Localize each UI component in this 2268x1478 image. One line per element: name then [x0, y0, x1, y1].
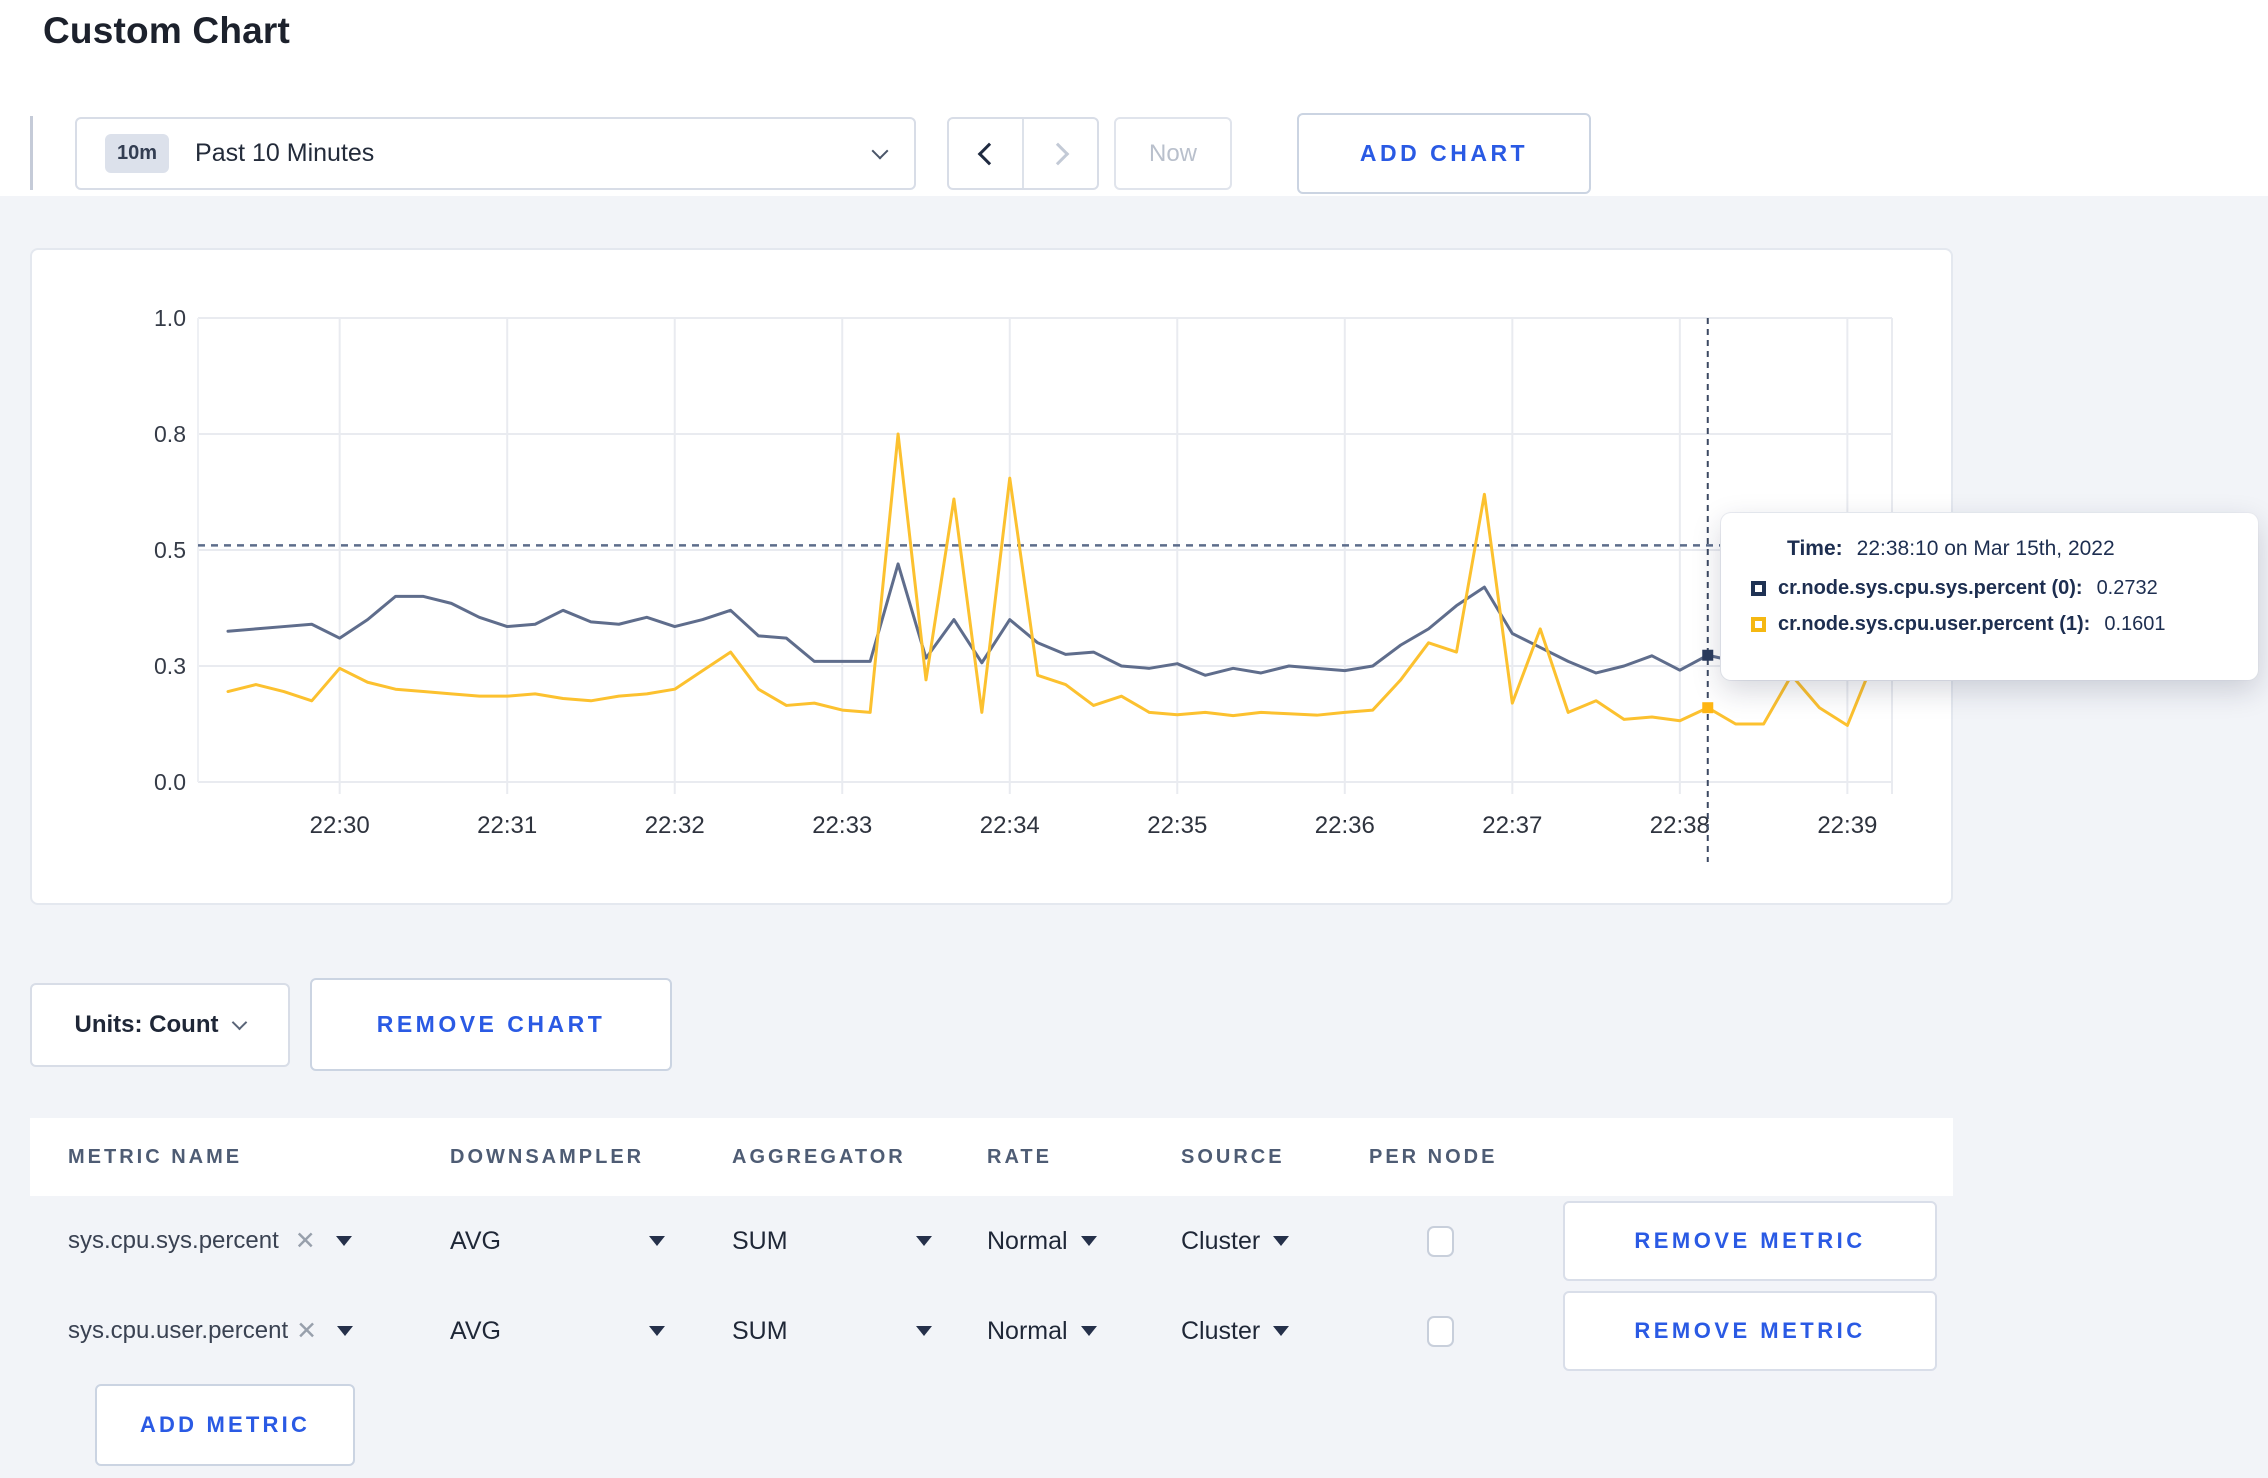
source-select[interactable]: Cluster — [1181, 1316, 1290, 1346]
tooltip-time-value: 22:38:10 on Mar 15th, 2022 — [1856, 537, 2115, 560]
metric-name-select[interactable]: sys.cpu.sys.percent ✕ — [68, 1226, 450, 1256]
tooltip-series-name: cr.node.sys.cpu.user.percent (1): — [1778, 613, 2091, 635]
remove-chart-button[interactable]: REMOVE CHART — [310, 978, 672, 1071]
col-header-aggregator: AGGREGATOR — [732, 1145, 906, 1168]
svg-text:0.0: 0.0 — [154, 769, 186, 795]
metric-name-value: sys.cpu.sys.percent — [68, 1227, 279, 1254]
time-pager — [947, 117, 1099, 190]
svg-text:22:39: 22:39 — [1817, 812, 1877, 839]
aggregator-value: SUM — [732, 1316, 788, 1345]
svg-text:22:34: 22:34 — [980, 812, 1040, 839]
downsampler-select[interactable]: AVG — [450, 1317, 665, 1346]
add-chart-button[interactable]: ADD CHART — [1297, 113, 1591, 194]
aggregator-select[interactable]: SUM — [732, 1227, 932, 1256]
col-header-per-node: PER NODE — [1369, 1145, 1498, 1168]
svg-text:0.3: 0.3 — [154, 653, 186, 679]
chevron-right-icon — [1046, 142, 1069, 165]
col-header-metric-name: METRIC NAME — [68, 1145, 243, 1168]
prev-time-button[interactable] — [949, 119, 1024, 188]
now-button[interactable]: Now — [1114, 117, 1232, 190]
source-value: Cluster — [1181, 1316, 1261, 1345]
caret-down-icon — [1273, 1326, 1290, 1336]
chevron-down-icon — [871, 142, 889, 159]
time-range-badge: 10m — [105, 134, 170, 173]
tooltip-series-value: 0.2732 — [2096, 577, 2158, 599]
rate-select[interactable]: Normal — [987, 1227, 1097, 1256]
next-time-button[interactable] — [1024, 119, 1097, 188]
source-value: Cluster — [1181, 1226, 1261, 1255]
remove-metric-button[interactable]: REMOVE METRIC — [1563, 1291, 1937, 1371]
tooltip-series-value: 0.1601 — [2104, 613, 2166, 635]
caret-down-icon — [335, 1236, 352, 1246]
rate-select[interactable]: Normal — [987, 1317, 1097, 1346]
rate-value: Normal — [987, 1226, 1068, 1255]
table-row: sys.cpu.sys.percent ✕ AVG SUM Normal Clu… — [30, 1196, 1953, 1286]
chart-card: 0.0 0.3 0.5 0.8 1.0 22:30 22:31 22:32 22:33 22:34… — [30, 248, 1953, 905]
downsampler-select[interactable]: AVG — [450, 1227, 665, 1256]
caret-down-icon — [1080, 1326, 1097, 1336]
remove-metric-button[interactable]: REMOVE METRIC — [1563, 1201, 1937, 1281]
tooltip-series-name: cr.node.sys.cpu.sys.percent (0): — [1778, 577, 2083, 599]
metrics-table-header: METRIC NAME DOWNSAMPLER AGGREGATOR RATE … — [30, 1118, 1953, 1196]
svg-text:22:36: 22:36 — [1315, 812, 1375, 839]
downsampler-value: AVG — [450, 1226, 501, 1255]
tooltip-series-row: cr.node.sys.cpu.sys.percent (0): 0.2732 — [1751, 577, 2230, 600]
svg-text:0.8: 0.8 — [154, 421, 186, 447]
svg-text:22:35: 22:35 — [1147, 812, 1207, 839]
svg-text:22:38: 22:38 — [1650, 812, 1710, 839]
time-range-select[interactable]: 10m Past 10 Minutes — [75, 117, 916, 190]
aggregator-select[interactable]: SUM — [732, 1317, 932, 1346]
metric-name-value: sys.cpu.user.percent — [68, 1317, 289, 1344]
svg-text:1.0: 1.0 — [154, 305, 186, 331]
chevron-left-icon — [977, 142, 1000, 165]
tooltip-time: Time: 22:38:10 on Mar 15th, 2022 — [1787, 537, 2230, 561]
table-row: sys.cpu.user.percent ✕ AVG SUM Normal Cl… — [30, 1286, 1953, 1376]
clear-metric-icon[interactable]: ✕ — [295, 1226, 316, 1256]
source-select[interactable]: Cluster — [1181, 1226, 1290, 1256]
chart-tooltip: Time: 22:38:10 on Mar 15th, 2022 cr.node.… — [1721, 513, 2258, 680]
caret-down-icon — [916, 1236, 932, 1246]
downsampler-value: AVG — [450, 1316, 501, 1345]
caret-down-icon — [1273, 1236, 1290, 1246]
units-select[interactable]: Units: Count — [30, 983, 290, 1067]
toolbar-accent-bar — [30, 116, 33, 190]
add-metric-button[interactable]: ADD METRIC — [95, 1384, 355, 1466]
aggregator-value: SUM — [732, 1226, 788, 1255]
caret-down-icon — [337, 1326, 354, 1336]
caret-down-icon — [1080, 1236, 1097, 1246]
svg-text:22:30: 22:30 — [310, 812, 370, 839]
caret-down-icon — [649, 1236, 665, 1246]
col-header-rate: RATE — [987, 1145, 1052, 1168]
svg-text:22:32: 22:32 — [645, 812, 705, 839]
tooltip-series-row: cr.node.sys.cpu.user.percent (1): 0.1601 — [1751, 613, 2230, 636]
col-header-source: SOURCE — [1181, 1145, 1285, 1168]
svg-text:22:31: 22:31 — [477, 812, 537, 839]
caret-down-icon — [649, 1326, 665, 1336]
clear-metric-icon[interactable]: ✕ — [296, 1316, 317, 1346]
svg-text:22:37: 22:37 — [1482, 812, 1542, 839]
tooltip-time-label: Time: — [1787, 537, 1843, 560]
per-node-checkbox[interactable] — [1427, 1225, 1454, 1257]
time-range-label: Past 10 Minutes — [195, 139, 375, 167]
svg-text:22:33: 22:33 — [812, 812, 872, 839]
metric-name-select[interactable]: sys.cpu.user.percent ✕ — [68, 1316, 450, 1346]
col-header-downsampler: DOWNSAMPLER — [450, 1145, 645, 1168]
caret-down-icon — [916, 1326, 932, 1336]
sys-series-swatch-icon — [1751, 581, 1766, 596]
units-select-label: Units: Count — [74, 1011, 219, 1038]
chevron-down-icon — [232, 1014, 248, 1031]
rate-value: Normal — [987, 1316, 1068, 1345]
per-node-checkbox[interactable] — [1427, 1315, 1454, 1347]
svg-text:0.5: 0.5 — [154, 537, 186, 563]
user-series-swatch-icon — [1751, 617, 1766, 632]
chart-svg[interactable]: 0.0 0.3 0.5 0.8 1.0 22:30 22:31 22:32 22:33 22:34… — [32, 250, 1955, 907]
page-title: Custom Chart — [43, 10, 291, 51]
